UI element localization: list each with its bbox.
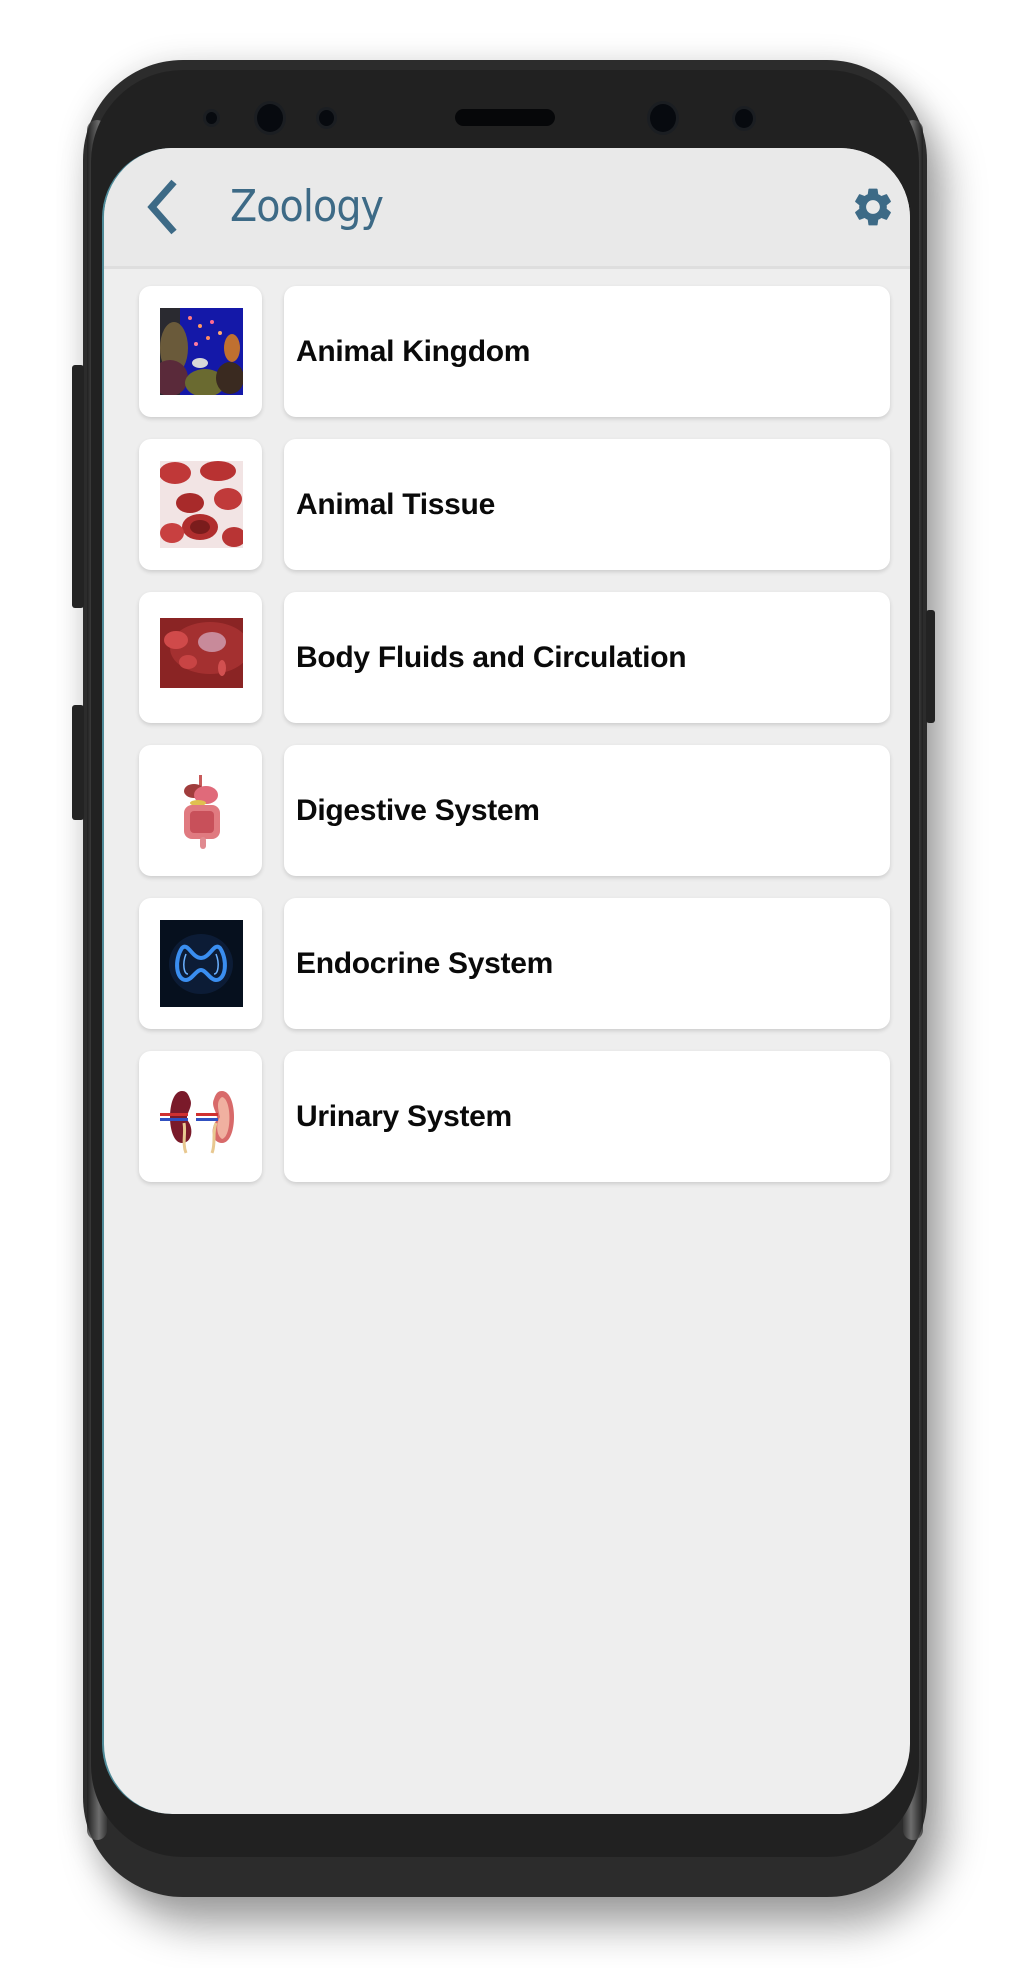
topic-label: Animal Tissue bbox=[296, 488, 495, 521]
bixby-button bbox=[72, 705, 84, 820]
volume-button bbox=[72, 365, 84, 608]
kidneys-image bbox=[160, 1073, 243, 1160]
topic-item-animal-kingdom[interactable]: Animal Kingdom bbox=[284, 286, 890, 417]
topic-item-digestive-system[interactable]: Digestive System bbox=[284, 745, 890, 876]
red-blood-cells-image bbox=[160, 461, 243, 548]
blood-vessel-image bbox=[160, 618, 243, 688]
topic-row: Body Fluids and Circulation bbox=[104, 592, 910, 723]
iris-led-icon bbox=[735, 109, 753, 128]
light-sensor-icon bbox=[319, 110, 334, 126]
topic-thumbnail-button[interactable] bbox=[139, 592, 262, 723]
topic-thumbnail-button[interactable] bbox=[139, 745, 262, 876]
topic-label: Urinary System bbox=[296, 1100, 512, 1133]
back-button[interactable] bbox=[142, 178, 188, 236]
thyroid-gland-image bbox=[160, 920, 243, 1007]
topic-thumbnail-button[interactable] bbox=[139, 1051, 262, 1182]
topic-thumbnail-button[interactable] bbox=[139, 439, 262, 570]
topic-item-animal-tissue[interactable]: Animal Tissue bbox=[284, 439, 890, 570]
page-title: Zoology bbox=[230, 181, 384, 232]
topic-label: Digestive System bbox=[296, 794, 540, 827]
topic-row: Digestive System bbox=[104, 745, 910, 876]
settings-button[interactable] bbox=[850, 184, 896, 230]
gear-icon bbox=[855, 188, 891, 226]
topic-label: Endocrine System bbox=[296, 947, 553, 980]
app-screen: Zoology Animal Kingdom Animal Tissue Bod… bbox=[102, 148, 910, 1814]
topic-label: Body Fluids and Circulation bbox=[296, 641, 687, 674]
topic-label: Animal Kingdom bbox=[296, 335, 531, 368]
iris-camera-icon bbox=[650, 104, 676, 132]
chevron-left-icon bbox=[147, 179, 177, 235]
earpiece-speaker-icon bbox=[455, 109, 555, 126]
topic-row: Animal Kingdom bbox=[104, 286, 910, 417]
topic-row: Urinary System bbox=[104, 1051, 910, 1182]
topic-item-body-fluids-and-circulation[interactable]: Body Fluids and Circulation bbox=[284, 592, 890, 723]
topic-item-urinary-system[interactable]: Urinary System bbox=[284, 1051, 890, 1182]
app-header: Zoology bbox=[104, 148, 910, 269]
topic-thumbnail-button[interactable] bbox=[139, 898, 262, 1029]
topic-row: Animal Tissue bbox=[104, 439, 910, 570]
topic-item-endocrine-system[interactable]: Endocrine System bbox=[284, 898, 890, 1029]
coral-reef-fish-image bbox=[160, 308, 243, 395]
topic-thumbnail-button[interactable] bbox=[139, 286, 262, 417]
proximity-sensor-icon bbox=[206, 112, 217, 124]
front-camera-icon bbox=[257, 104, 283, 132]
topic-row: Endocrine System bbox=[104, 898, 910, 1029]
digestive-organs-image bbox=[160, 767, 243, 854]
power-button bbox=[926, 610, 935, 723]
